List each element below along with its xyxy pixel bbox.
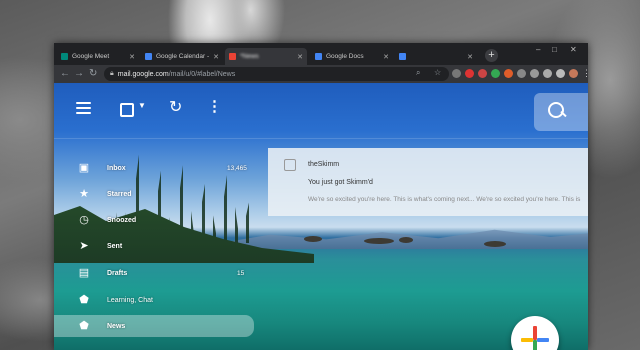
nav-item-drafts[interactable]: ▤ Drafts 15 [54,265,254,281]
search-button[interactable] [534,93,588,131]
nav-item-inbox[interactable]: ▣ Inbox 13,465 [54,160,254,176]
nav-item-sent[interactable]: ➤ Sent [54,238,254,254]
clock-icon: ◷ [79,214,89,226]
star-icon: ★ [79,188,89,200]
extension-icon[interactable] [478,69,487,78]
compose-button[interactable] [511,316,559,350]
tab-gmail-news[interactable]: *News ✕ [225,48,307,65]
email-sender: theSkimm [308,161,340,168]
nav-item-snoozed[interactable]: ◷ Snoozed [54,212,254,228]
forward-icon[interactable]: → [74,68,84,79]
new-tab-button[interactable]: + [485,49,498,62]
gmail-favicon-icon [229,53,236,60]
extension-icon[interactable] [556,69,565,78]
tab-google-meet[interactable]: Google Meet ✕ [57,48,139,65]
close-tab-icon[interactable]: ✕ [129,53,135,61]
extension-icon[interactable] [491,69,500,78]
browser-menu-icon[interactable]: ⋮ [582,69,588,78]
background-rock [304,236,322,242]
extension-icon[interactable] [530,69,539,78]
extension-icon[interactable] [452,69,461,78]
inbox-icon: ▣ [78,162,90,174]
close-tab-icon[interactable]: ✕ [297,53,303,61]
zoom-icon[interactable]: ⌕ [416,68,420,78]
address-bar[interactable]: 🔒︎ mail.google.com/mail/u/0/#label/News [104,67,449,81]
tab-title: Google Docs [326,53,364,60]
nav-label: Sent [107,242,123,250]
back-icon[interactable]: ← [60,68,70,79]
reload-icon[interactable]: ↻ [89,68,97,79]
select-checkbox[interactable] [120,103,134,117]
nav-label: Starred [107,190,132,198]
email-select-checkbox[interactable] [284,159,296,171]
url-path: /mail/u/0/#label/News [168,70,236,78]
gmail-app: ▼ ↻ ⋮ ▣ Inbox 13,465 ★ Starred ◷ Snoozed… [54,83,588,350]
draft-icon: ▤ [78,267,90,279]
nav-label: News [107,322,126,330]
docs-favicon-icon [315,53,322,60]
gmail-header: ▼ ↻ ⋮ [54,83,588,139]
docs-favicon-icon [399,53,406,60]
draft-count: 15 [237,269,245,277]
extension-icon[interactable] [465,69,474,78]
refresh-icon[interactable]: ↻ [169,97,182,117]
lock-icon: 🔒︎ [110,70,114,77]
background-rock [399,237,413,243]
maximize-button[interactable]: □ [552,45,557,54]
nav-item-learning-chat[interactable]: ⬟ Learning, Chat [54,292,254,308]
bookmark-star-icon[interactable]: ☆ [434,68,441,77]
extensions-bar: ⋮ [452,69,588,78]
url-host: mail.google.com [117,70,169,78]
meet-favicon-icon [61,53,68,60]
label-icon: ⬟ [79,320,89,332]
background-rock [484,241,506,247]
tab-strip: Google Meet ✕ Google Calendar - W ✕ *New… [54,43,588,65]
tab-title: Google Meet [72,53,110,60]
tab-google-calendar[interactable]: Google Calendar - W ✕ [141,48,223,65]
label-icon: ⬟ [79,294,89,306]
close-tab-icon[interactable]: ✕ [213,53,219,61]
close-tab-icon[interactable]: ✕ [467,53,473,61]
extension-icon[interactable] [543,69,552,78]
unread-count: 13,465 [227,164,247,172]
menu-icon[interactable] [76,102,91,117]
tab-other[interactable]: ✕ [395,48,477,65]
minimize-button[interactable]: – [536,45,540,54]
send-icon: ➤ [79,240,89,252]
extension-icon[interactable] [504,69,513,78]
profile-avatar[interactable] [569,69,578,78]
nav-label: Snoozed [107,216,137,224]
nav-label: Inbox [107,164,126,172]
nav-label: Learning, Chat [107,296,153,304]
search-icon-handle [560,110,567,118]
email-subject: You just got Skimm'd [308,179,373,186]
browser-window: Google Meet ✕ Google Calendar - W ✕ *New… [54,43,588,350]
tab-google-docs[interactable]: Google Docs ✕ [311,48,393,65]
close-window-button[interactable]: ✕ [570,45,577,54]
calendar-favicon-icon [145,53,152,60]
nav-label: Drafts [107,269,128,277]
email-snippet: We're so excited you're here. This is wh… [308,196,581,203]
tab-title: Google Calendar - W [156,53,212,60]
tab-title: *News [240,53,259,60]
email-row[interactable]: theSkimm You just got Skimm'd We're so e… [268,148,588,216]
extension-icon[interactable] [517,69,526,78]
browser-toolbar: ← → ↻ 🔒︎ mail.google.com/mail/u/0/#label… [54,65,588,83]
close-tab-icon[interactable]: ✕ [383,53,389,61]
chevron-down-icon[interactable]: ▼ [138,101,146,110]
more-vert-icon[interactable]: ⋮ [207,97,222,115]
nav-item-starred[interactable]: ★ Starred [54,186,254,202]
background-rock [364,238,394,244]
nav-item-news[interactable]: ⬟ News [54,315,254,337]
